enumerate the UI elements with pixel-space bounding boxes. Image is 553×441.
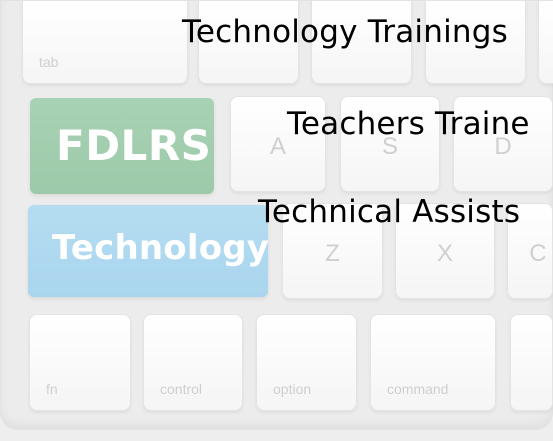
x-key-label: X xyxy=(436,239,454,267)
option-key-label: option xyxy=(273,381,312,397)
fn-key: fn xyxy=(29,314,131,411)
command-key-label: command xyxy=(387,381,449,397)
headline-technology-trainings: Technology Trainings xyxy=(182,14,508,50)
fn-key-label: fn xyxy=(46,381,58,397)
headline-teachers-trained: Teachers Traine xyxy=(287,106,530,142)
keyboard-key xyxy=(538,0,553,84)
tab-key-label: tab xyxy=(39,54,59,70)
technology-brand-key: Technology xyxy=(28,205,270,297)
command-key: command xyxy=(370,314,496,411)
option-key: option xyxy=(256,314,357,411)
control-key: control xyxy=(143,314,243,411)
tab-key: tab xyxy=(22,0,188,84)
keyboard-key xyxy=(510,314,553,411)
fdlrs-logo-text: FDLRS xyxy=(56,121,212,170)
z-key-label: Z xyxy=(325,239,340,267)
headline-technical-assists: Technical Assists xyxy=(258,194,521,230)
c-key-label: C xyxy=(529,239,547,267)
control-key-label: control xyxy=(160,381,203,397)
keyboard-photo: tab FDLRS A S D Technology Z X C fn cont… xyxy=(0,0,553,441)
a-key-label: A xyxy=(269,132,287,160)
technology-logo-text: Technology xyxy=(52,228,270,268)
fdlrs-brand-key: FDLRS xyxy=(30,98,214,194)
